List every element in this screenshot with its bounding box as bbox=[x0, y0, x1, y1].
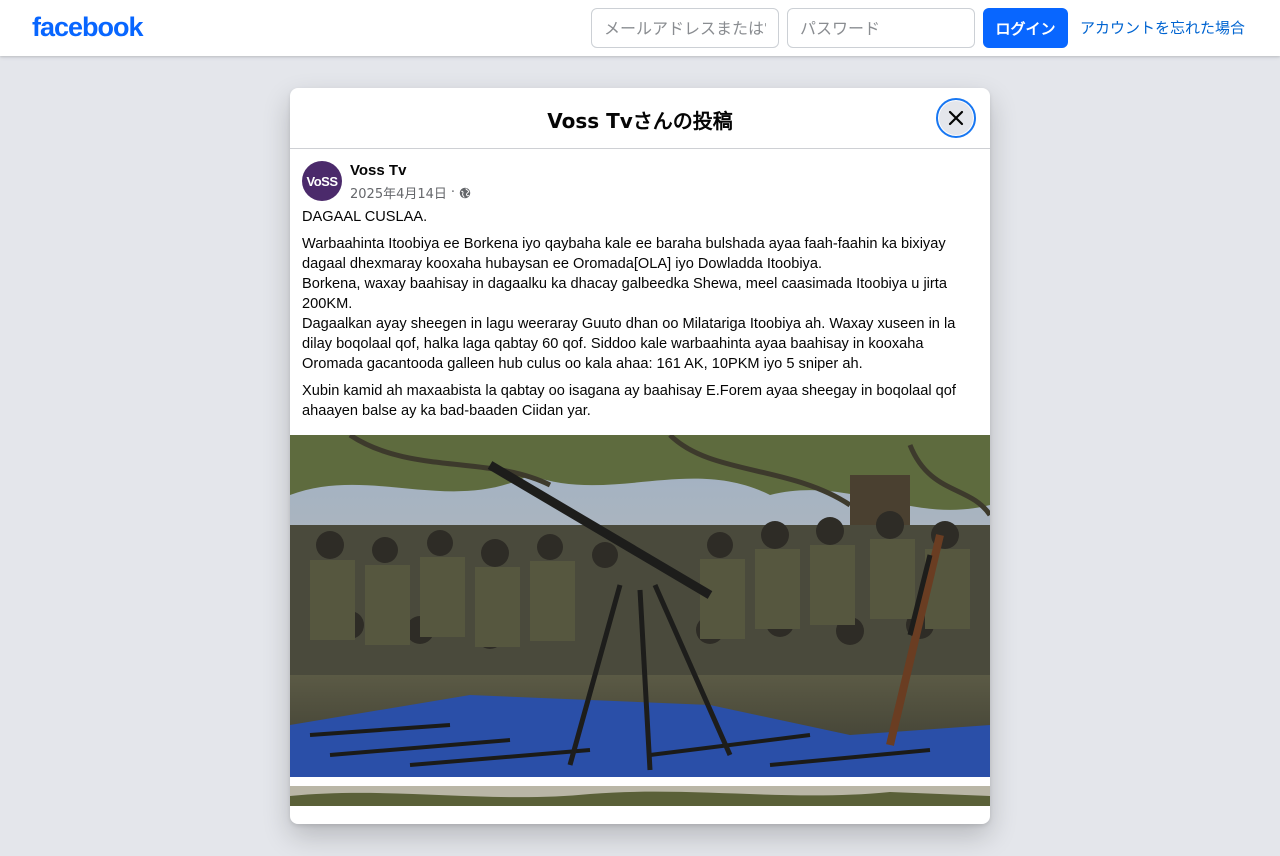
email-input[interactable] bbox=[591, 8, 779, 48]
post-paragraph: DAGAAL CUSLAA. bbox=[302, 209, 428, 225]
avatar[interactable]: VoSS bbox=[302, 161, 342, 201]
post-text: DAGAAL CUSLAA. Warbaahinta Itoobiya ee B… bbox=[302, 207, 978, 428]
post-paragraph: Dagaalkan ayay sheegen in lagu weeraray … bbox=[302, 316, 956, 372]
post-paragraph: Borkena, waxay baahisay in dagaalku ka d… bbox=[302, 276, 947, 312]
post-date[interactable]: 2025年4月14日 bbox=[350, 183, 447, 202]
close-button[interactable] bbox=[936, 98, 976, 138]
photo-second-preview bbox=[290, 786, 990, 806]
dialog-header: Voss Tvさんの投稿 bbox=[290, 88, 990, 149]
post-meta: 2025年4月14日 · bbox=[350, 183, 471, 202]
photo-soldiers-weapons bbox=[290, 435, 990, 777]
top-bar: facebook ログイン アカウントを忘れた場合 bbox=[0, 0, 1280, 56]
post-paragraph: Xubin kamid ah maxaabista la qabtay oo i… bbox=[302, 383, 956, 419]
post-paragraph: Warbaahinta Itoobiya ee Borkena iyo qayb… bbox=[302, 236, 946, 272]
globe-icon[interactable] bbox=[459, 187, 471, 199]
author-name[interactable]: Voss Tv bbox=[350, 162, 406, 179]
password-input[interactable] bbox=[787, 8, 975, 48]
login-button[interactable]: ログイン bbox=[983, 8, 1068, 48]
close-icon bbox=[948, 110, 964, 126]
facebook-logo[interactable]: facebook bbox=[32, 12, 144, 43]
avatar-logo: VoSS bbox=[306, 173, 339, 189]
dialog-title: Voss Tvさんの投稿 bbox=[547, 109, 733, 133]
forgot-account-link[interactable]: アカウントを忘れた場合 bbox=[1080, 17, 1245, 38]
meta-separator: · bbox=[450, 185, 456, 200]
post-photo-second[interactable] bbox=[290, 786, 990, 806]
post-dialog: Voss Tvさんの投稿 VoSS Voss Tv 2025年4月14日 · D… bbox=[290, 88, 990, 824]
post-photo[interactable] bbox=[290, 435, 990, 777]
post-header: VoSS Voss Tv 2025年4月14日 · bbox=[302, 161, 978, 202]
